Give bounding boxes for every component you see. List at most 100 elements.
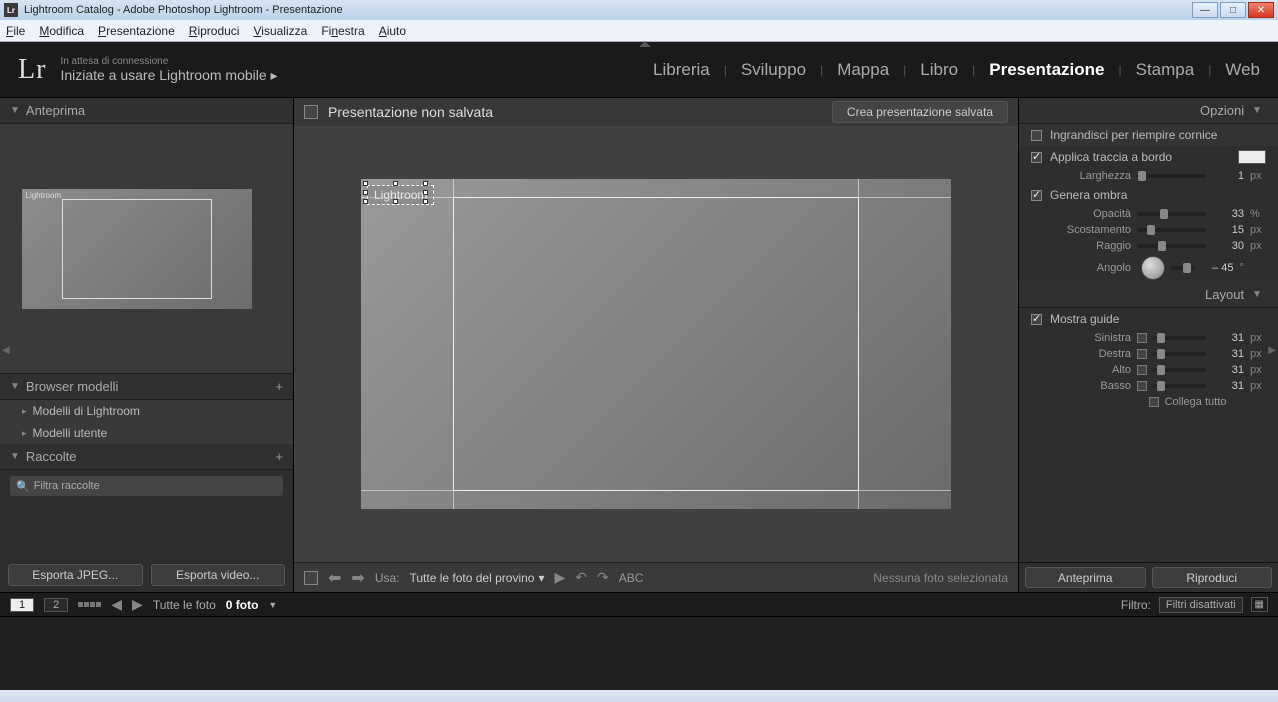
mobile-prompt[interactable]: Iniziate a usare Lightroom mobile ▸ <box>60 67 277 84</box>
layout-panel-header[interactable]: Layout ▼ <box>1019 282 1278 308</box>
options-panel-header[interactable]: Opzioni ▼ <box>1019 98 1278 124</box>
layout-header-label: Layout <box>1205 287 1244 302</box>
stroke-color-swatch[interactable] <box>1238 150 1266 164</box>
grid-view-icon[interactable] <box>78 602 101 607</box>
source-label[interactable]: Tutte le foto <box>153 598 216 612</box>
play-slideshow-button[interactable]: Riproduci <box>1152 567 1273 588</box>
angle-dial[interactable] <box>1141 256 1165 280</box>
module-map[interactable]: Mappa <box>837 60 889 80</box>
prev-slide-button[interactable]: ⬅ <box>328 568 341 588</box>
opacity-slider[interactable]: Opacità 33 % <box>1019 206 1278 222</box>
link-left-checkbox[interactable] <box>1137 333 1147 343</box>
left-panel: ▼ Anteprima Lightroom ▼ Browser modelli … <box>0 98 294 592</box>
center-toolbar: ⬅ ➡ Usa: Tutte le foto del provino▾ ▶ ↶ … <box>294 562 1018 592</box>
search-icon: 🔍 <box>16 480 30 493</box>
module-web[interactable]: Web <box>1225 60 1260 80</box>
preview-area: Lightroom <box>0 124 293 374</box>
right-panel: Opzioni ▼ Ingrandisci per riempire corni… <box>1018 98 1278 592</box>
module-print[interactable]: Stampa <box>1136 60 1195 80</box>
nav-forward-button[interactable]: ▶ <box>132 596 143 613</box>
guide-top-slider[interactable]: Alto 31 px <box>1019 362 1278 378</box>
menu-slideshow[interactable]: Presentazione <box>98 24 175 38</box>
offset-slider[interactable]: Scostamento 15 px <box>1019 222 1278 238</box>
preview-button[interactable]: Anteprima <box>1025 567 1146 588</box>
menu-window[interactable]: Finestra <box>321 24 364 38</box>
template-browser-label: Browser modelli <box>26 379 118 394</box>
preview-watermark-text: Lightroom <box>26 191 62 200</box>
stroke-border-checkbox[interactable] <box>1031 152 1042 163</box>
module-slideshow[interactable]: Presentazione <box>989 60 1104 80</box>
template-folder-lightroom[interactable]: Modelli di Lightroom <box>0 400 293 422</box>
monitor-2-button[interactable]: 2 <box>44 598 68 612</box>
show-guides-row[interactable]: Mostra guide <box>1019 308 1278 330</box>
link-right-checkbox[interactable] <box>1137 349 1147 359</box>
angle-slider[interactable]: Angolo – 45 ° <box>1019 254 1278 282</box>
filter-dropdown[interactable]: Filtri disattivati <box>1159 597 1243 613</box>
template-folder-user[interactable]: Modelli utente <box>0 422 293 444</box>
guide-right-slider[interactable]: Destra 31 px <box>1019 346 1278 362</box>
stroke-width-slider[interactable]: Larghezza 1 px <box>1019 168 1278 184</box>
collapse-triangle-icon: ▼ <box>1252 105 1262 116</box>
zoom-to-fill-checkbox[interactable] <box>1031 130 1042 141</box>
next-slide-button[interactable]: ➡ <box>351 568 364 588</box>
slide-canvas[interactable]: Lightroom <box>294 126 1018 562</box>
preview-panel-header[interactable]: ▼ Anteprima <box>0 98 293 124</box>
filter-label: Filtro: <box>1121 598 1151 612</box>
menu-view[interactable]: Visualizza <box>253 24 307 38</box>
link-all-checkbox[interactable] <box>1149 397 1159 407</box>
rotate-cw-button[interactable]: ↷ <box>597 569 609 586</box>
use-dropdown[interactable]: Tutte le foto del provino▾ <box>410 571 545 585</box>
abc-toggle[interactable]: ABC <box>619 571 644 585</box>
guide-left-slider[interactable]: Sinistra 31 px <box>1019 330 1278 346</box>
collapse-right-icon[interactable]: ▶ <box>1268 345 1276 356</box>
selection-status: Nessuna foto selezionata <box>873 571 1008 585</box>
link-all-label: Collega tutto <box>1165 396 1227 408</box>
rotate-ccw-button[interactable]: ↶ <box>575 569 587 586</box>
lightroom-logo: Lr <box>18 54 46 86</box>
add-template-button[interactable]: + <box>275 379 283 394</box>
chevron-down-icon[interactable]: ▼ <box>268 600 277 610</box>
guide-bottom-slider[interactable]: Basso 31 px <box>1019 378 1278 394</box>
module-develop[interactable]: Sviluppo <box>741 60 806 80</box>
preview-header-label: Anteprima <box>26 103 85 118</box>
stroke-border-row[interactable]: Applica traccia a bordo <box>1019 146 1278 168</box>
filmstrip[interactable] <box>0 616 1278 690</box>
menu-help[interactable]: Aiuto <box>379 24 406 38</box>
template-browser-header[interactable]: ▼ Browser modelli + <box>0 374 293 400</box>
play-button[interactable]: ▶ <box>555 569 566 586</box>
window-title: Lightroom Catalog - Adobe Photoshop Ligh… <box>24 4 1192 16</box>
show-guides-checkbox[interactable] <box>1031 314 1042 325</box>
collapse-left-icon[interactable]: ◀ <box>2 345 10 356</box>
close-button[interactable]: ✕ <box>1248 2 1274 18</box>
collapse-top-icon[interactable] <box>639 41 651 47</box>
minimize-button[interactable]: — <box>1192 2 1218 18</box>
width-unit: px <box>1250 170 1266 182</box>
maximize-button[interactable]: □ <box>1220 2 1246 18</box>
zoom-to-fill-row[interactable]: Ingrandisci per riempire cornice <box>1019 124 1278 146</box>
collections-header[interactable]: ▼ Raccolte + <box>0 444 293 470</box>
slideshow-title: Presentazione non salvata <box>328 104 493 120</box>
link-bottom-checkbox[interactable] <box>1137 381 1147 391</box>
module-library[interactable]: Libreria <box>653 60 710 80</box>
menu-play[interactable]: Riproduci <box>189 24 240 38</box>
link-all-row[interactable]: Collega tutto <box>1019 394 1278 410</box>
cast-shadow-row[interactable]: Genera ombra <box>1019 184 1278 206</box>
export-video-button[interactable]: Esporta video... <box>151 564 286 586</box>
filter-lock-icon[interactable]: ▦ <box>1251 597 1268 612</box>
filter-collections-input[interactable]: 🔍 Filtra raccolte <box>10 476 283 496</box>
menu-file[interactable]: File <box>6 24 25 38</box>
use-label: Usa: <box>375 571 400 585</box>
radius-slider[interactable]: Raggio 30 px <box>1019 238 1278 254</box>
add-collection-button[interactable]: + <box>275 449 283 464</box>
export-jpeg-button[interactable]: Esporta JPEG... <box>8 564 143 586</box>
link-top-checkbox[interactable] <box>1137 365 1147 375</box>
monitor-1-button[interactable]: 1 <box>10 598 34 612</box>
stop-button[interactable] <box>304 571 318 585</box>
module-book[interactable]: Libro <box>920 60 958 80</box>
cast-shadow-checkbox[interactable] <box>1031 190 1042 201</box>
create-saved-slideshow-button[interactable]: Crea presentazione salvata <box>832 101 1008 123</box>
slide-preview: Lightroom <box>361 179 951 509</box>
nav-back-button[interactable]: ◀ <box>111 596 122 613</box>
menu-edit[interactable]: Modifica <box>39 24 84 38</box>
width-value: 1 <box>1212 170 1244 182</box>
